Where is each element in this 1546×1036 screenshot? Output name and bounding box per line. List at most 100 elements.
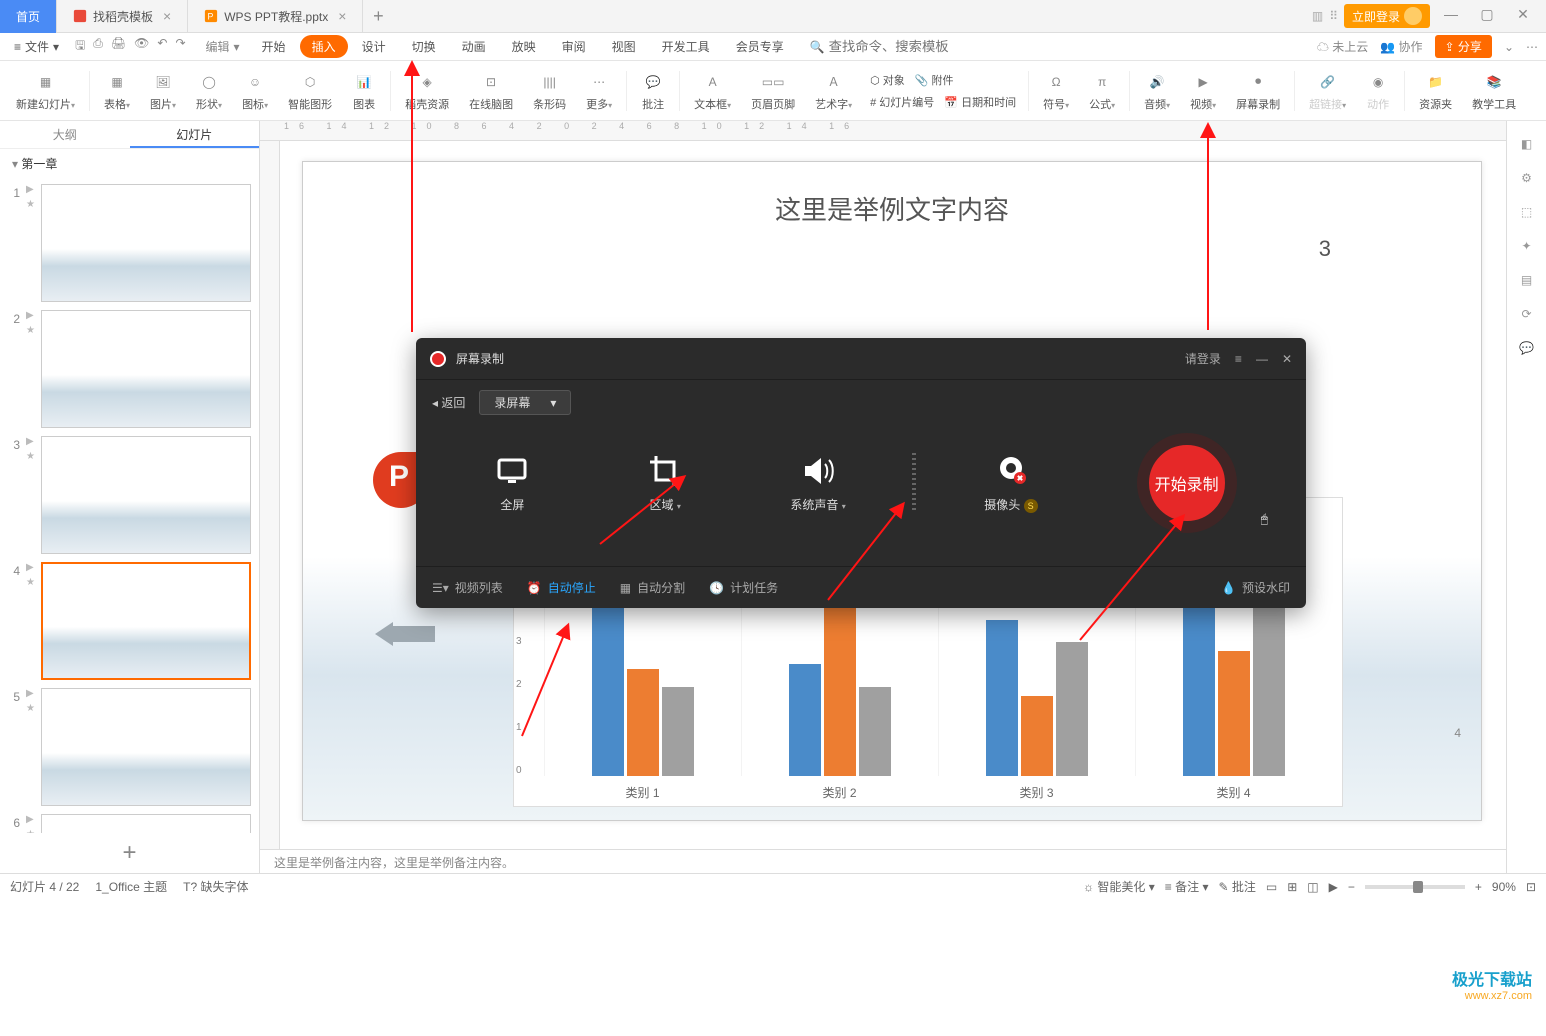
view-sorter-icon[interactable]: ⊞ [1287, 880, 1297, 894]
thumbnail[interactable] [41, 310, 251, 428]
share-button[interactable]: ⇪ 分享 [1435, 35, 1492, 58]
side-style-icon[interactable]: ⬚ [1521, 205, 1532, 219]
ribbon-tab[interactable]: 视图 [600, 35, 648, 58]
ribbon-small[interactable]: ⬡ 对象 [870, 72, 905, 88]
theme-name[interactable]: 1_Office 主题 [95, 878, 167, 895]
recorder-login-link[interactable]: 请登录 [1185, 350, 1221, 367]
ribbon-tab[interactable]: 切换 [400, 35, 448, 58]
thumbnail[interactable] [41, 436, 251, 554]
ribbon-表格[interactable]: ▦表格▾ [94, 61, 140, 120]
layout-grid-icon[interactable]: ▥ [1312, 9, 1323, 23]
ribbon-教学工具[interactable]: 📚教学工具 [1462, 61, 1526, 120]
ribbon-稻壳资源[interactable]: ◈稻壳资源 [395, 61, 459, 120]
ribbon-small[interactable]: 📅 日期和时间 [944, 94, 1016, 110]
zoom-out[interactable]: − [1348, 880, 1355, 894]
ribbon-tab[interactable]: 设计 [350, 35, 398, 58]
side-comments-icon[interactable]: 💬 [1519, 341, 1534, 355]
cloud-status[interactable]: ☁ 未上云 [1317, 38, 1368, 55]
ribbon-tab[interactable]: 放映 [500, 35, 548, 58]
ribbon-文本框[interactable]: A文本框▾ [684, 61, 741, 120]
footer-watermark[interactable]: 💧预设水印 [1221, 579, 1290, 596]
close-button[interactable]: ✕ [1508, 6, 1538, 26]
ribbon-动作[interactable]: ◉动作 [1356, 61, 1400, 120]
side-settings-icon[interactable]: ⚙ [1521, 171, 1532, 185]
ribbon-tab[interactable]: 会员专享 [724, 35, 796, 58]
zoom-slider[interactable] [1365, 885, 1465, 889]
edit-dropdown[interactable]: 编辑 ▾ [206, 38, 240, 55]
redo-icon[interactable]: ↷ [175, 36, 185, 57]
tab-home[interactable]: 首页 [0, 0, 57, 33]
side-trans-icon[interactable]: ⟳ [1521, 307, 1531, 321]
apps-icon[interactable]: ⠿ [1329, 9, 1338, 23]
close-icon[interactable]: × [338, 8, 346, 24]
file-menu[interactable]: ≡ 文件 ▾ [8, 38, 65, 55]
ribbon-tab[interactable]: 动画 [450, 35, 498, 58]
ribbon-形状[interactable]: ◯形状▾ [186, 61, 232, 120]
side-props-icon[interactable]: ▤ [1521, 273, 1532, 287]
ribbon-公式[interactable]: π公式▾ [1079, 61, 1125, 120]
ribbon-更多[interactable]: ⋯更多▾ [576, 61, 622, 120]
thumbnail[interactable] [41, 562, 251, 680]
minimize-button[interactable]: — [1436, 6, 1466, 26]
option-area[interactable]: 区域 ▾ [589, 454, 742, 513]
notes-toggle[interactable]: ≡ 备注 ▾ [1165, 878, 1209, 895]
ribbon-视频[interactable]: ▶视频▾ [1180, 61, 1226, 120]
minimize-icon[interactable]: — [1256, 352, 1268, 366]
ribbon-艺术字[interactable]: Ａ艺术字▾ [805, 61, 862, 120]
view-slideshow-icon[interactable]: ▶ [1329, 880, 1338, 894]
ribbon-条形码[interactable]: ||||条形码 [523, 61, 576, 120]
ribbon-tab[interactable]: 开发工具 [650, 35, 722, 58]
view-reading-icon[interactable]: ◫ [1307, 880, 1318, 894]
option-sound[interactable]: 系统声音 ▾ [742, 454, 895, 513]
option-camera[interactable]: 摄像头 S [934, 454, 1087, 513]
ribbon-页眉页脚[interactable]: ▭▭页眉页脚 [741, 61, 805, 120]
command-search[interactable]: 🔍 [810, 39, 949, 54]
ribbon-图标[interactable]: ☺图标▾ [232, 61, 278, 120]
ribbon-智能图形[interactable]: ⬡智能图形 [278, 61, 342, 120]
thumbnail[interactable] [41, 184, 251, 302]
footer-schedule[interactable]: 🕓计划任务 [709, 579, 778, 596]
maximize-button[interactable]: ▢ [1472, 6, 1502, 26]
undo-icon[interactable]: ↶ [157, 36, 167, 57]
export-icon[interactable]: ⎙ [93, 36, 103, 57]
tab-slides[interactable]: 幻灯片 [130, 121, 260, 148]
ribbon-tab[interactable]: 审阅 [550, 35, 598, 58]
ribbon-音频[interactable]: 🔊音频▾ [1134, 61, 1180, 120]
ribbon-tab[interactable]: 开始 [250, 35, 298, 58]
ribbon-超链接[interactable]: 🔗超链接▾ [1299, 61, 1356, 120]
ribbon-符号[interactable]: Ω符号▾ [1033, 61, 1079, 120]
ribbon-图表[interactable]: 📊图表 [342, 61, 386, 120]
recorder-back[interactable]: ◂ 返回 [432, 394, 465, 411]
notes-pane[interactable]: 这里是举例备注内容，这里是举例备注内容。 [260, 849, 1506, 873]
side-nav-icon[interactable]: ◧ [1521, 137, 1532, 151]
chevron-down-icon[interactable]: ⌄ [1504, 40, 1514, 54]
zoom-value[interactable]: 90% [1492, 880, 1516, 894]
close-icon[interactable]: ✕ [1282, 352, 1292, 366]
save-icon[interactable]: 🖫 [75, 36, 85, 57]
footer-auto-stop[interactable]: ⏰自动停止 [527, 579, 596, 596]
view-normal-icon[interactable]: ▭ [1266, 880, 1277, 894]
fit-icon[interactable]: ⊡ [1526, 880, 1536, 894]
chapter-header[interactable]: 第一章 [0, 149, 259, 178]
ribbon-批注[interactable]: 💬批注 [631, 61, 675, 120]
side-anim-icon[interactable]: ✦ [1521, 239, 1531, 253]
add-slide-button[interactable]: + [0, 833, 259, 873]
footer-auto-split[interactable]: ▦自动分割 [620, 579, 685, 596]
ribbon-新建幻灯片[interactable]: ▦新建幻灯片▾ [6, 61, 85, 120]
thumbnail[interactable] [41, 688, 251, 806]
ribbon-资源夹[interactable]: 📁资源夹 [1409, 61, 1462, 120]
tab-add[interactable]: + [363, 6, 393, 27]
menu-icon[interactable]: ≡ [1235, 352, 1242, 366]
ribbon-small[interactable]: 📎 附件 [915, 72, 954, 88]
start-record-button[interactable]: 开始录制 [1137, 433, 1237, 533]
more-icon[interactable]: ⋯ [1526, 40, 1538, 54]
search-input[interactable] [829, 39, 949, 54]
recorder-mode-select[interactable]: 录屏幕▾ [479, 390, 571, 415]
option-fullscreen[interactable]: 全屏 [436, 454, 589, 513]
ribbon-屏幕录制[interactable]: ⏺屏幕录制 [1226, 61, 1290, 120]
tab-templates[interactable]: 找稻壳模板× [57, 0, 188, 33]
missing-font[interactable]: T? 缺失字体 [183, 878, 248, 895]
ribbon-small[interactable]: # 幻灯片编号 [870, 94, 934, 110]
ribbon-图片[interactable]: 🖼图片▾ [140, 61, 186, 120]
tab-outline[interactable]: 大纲 [0, 121, 130, 148]
